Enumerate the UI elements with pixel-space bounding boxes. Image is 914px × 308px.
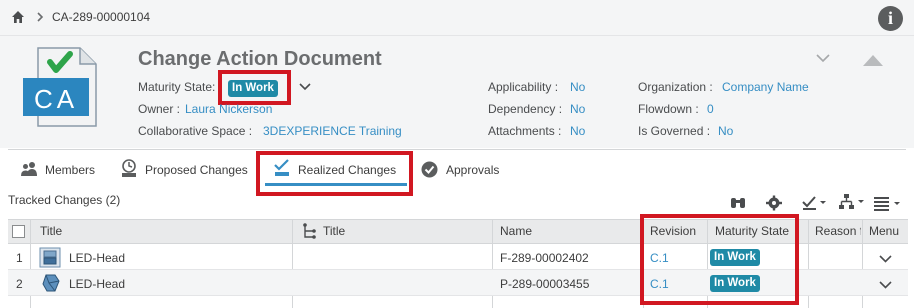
row-number: 2	[16, 277, 23, 291]
approvals-icon	[421, 161, 438, 178]
row-name: P-289-00003455	[500, 277, 590, 291]
tracked-changes-count: Tracked Changes (2)	[8, 193, 121, 207]
tabs-divider	[8, 149, 906, 150]
column-header-name[interactable]: Name	[500, 224, 532, 238]
is-governed-label: Is Governed :	[638, 124, 711, 138]
gear-icon[interactable]	[765, 195, 783, 211]
tab-realized-changes[interactable]: Realized Changes	[298, 163, 396, 177]
select-all-checkbox[interactable]	[12, 225, 25, 238]
column-header-title[interactable]: Title	[40, 224, 62, 238]
owner-label: Owner :	[138, 102, 181, 116]
column-header-menu[interactable]: Menu	[869, 224, 899, 238]
tab-proposed-changes[interactable]: Proposed Changes	[145, 163, 248, 177]
row-name: F-289-00002402	[500, 251, 589, 265]
tab-members[interactable]: Members	[45, 163, 95, 177]
applicability-label: Applicability :	[488, 80, 559, 94]
column-header-reason[interactable]: Reason f	[815, 224, 861, 238]
is-governed-value[interactable]: No	[718, 124, 733, 138]
collapse-header-icon[interactable]	[862, 54, 884, 67]
chevron-down-icon[interactable]	[816, 54, 830, 63]
applicability-value[interactable]: No	[570, 80, 585, 94]
change-action-document-icon: CA	[23, 47, 97, 127]
members-icon	[21, 162, 37, 176]
maturity-dropdown-icon[interactable]	[299, 83, 311, 91]
realized-changes-icon	[274, 159, 289, 176]
revision-state-highlight-box	[640, 214, 799, 305]
chevron-right-icon	[37, 12, 44, 22]
organization-label: Organization :	[638, 80, 713, 94]
list-view-icon[interactable]	[873, 195, 905, 211]
select-check-icon[interactable]	[801, 195, 829, 211]
tab-approvals[interactable]: Approvals	[446, 163, 499, 177]
collaborative-space-label: Collaborative Space :	[138, 124, 253, 138]
row-number: 1	[16, 251, 23, 265]
row-title[interactable]: LED-Head	[69, 277, 125, 291]
maturity-state-label: Maturity State:	[138, 80, 216, 94]
attachments-label: Attachments :	[488, 124, 562, 138]
structure-icon	[303, 223, 316, 239]
part-icon	[42, 274, 60, 292]
column-header-title-2[interactable]: Title	[323, 224, 345, 238]
row-menu-chevron-icon[interactable]	[879, 255, 892, 263]
physical-product-icon	[39, 247, 61, 268]
collaborative-space-value[interactable]: 3DEXPERIENCE Training	[263, 124, 402, 138]
proposed-changes-icon	[122, 159, 136, 177]
dependency-label: Dependency :	[488, 102, 563, 116]
organization-value[interactable]: Company Name	[722, 80, 809, 94]
home-icon[interactable]	[11, 10, 25, 24]
binoculars-icon[interactable]	[729, 195, 747, 211]
tree-view-icon[interactable]	[838, 193, 866, 211]
owner-value[interactable]: Laura Nickerson	[185, 102, 272, 116]
active-tab-indicator	[265, 183, 407, 186]
dependency-value[interactable]: No	[570, 102, 585, 116]
attachments-value[interactable]: No	[570, 124, 585, 138]
page-title: Change Action Document	[138, 48, 382, 70]
info-icon[interactable]: i	[878, 6, 903, 31]
flowdown-label: Flowdown :	[638, 102, 699, 116]
svg-text:CA: CA	[34, 84, 78, 114]
breadcrumb-current[interactable]: CA-289-00000104	[52, 10, 150, 24]
row-title[interactable]: LED-Head	[69, 251, 125, 265]
maturity-state-badge[interactable]: In Work	[228, 80, 278, 97]
row-menu-chevron-icon[interactable]	[879, 281, 892, 289]
flowdown-value[interactable]: 0	[707, 102, 714, 116]
